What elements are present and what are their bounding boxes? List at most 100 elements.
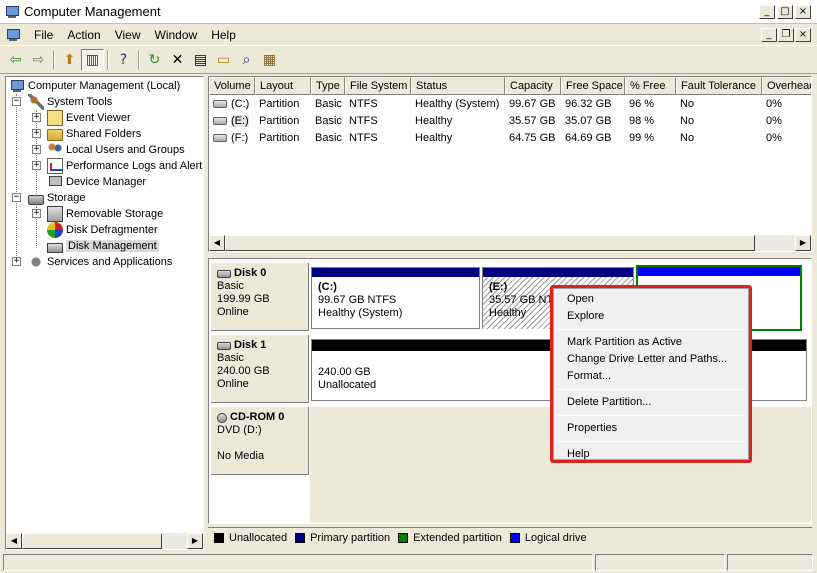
close-button[interactable]: ×	[795, 4, 811, 19]
percent-free-cell: 99 %	[629, 131, 655, 144]
column-header-overhead[interactable]: Overhead	[762, 77, 811, 95]
mdi-minimize-button[interactable]: _	[761, 28, 777, 42]
expand-toggle-removable-storage[interactable]: +	[32, 209, 41, 218]
column-header-capacity[interactable]: Capacity	[505, 77, 561, 95]
tree-item-system-tools[interactable]: System Tools	[28, 94, 112, 110]
tree-item-services-applications[interactable]: Services and Applications	[28, 254, 172, 270]
tree-item-disk-defragmenter[interactable]: Disk Defragmenter	[47, 222, 158, 238]
collapse-toggle-system-tools[interactable]: −	[12, 97, 21, 106]
overhead-cell: 0%	[766, 131, 782, 144]
disk-0-name: Disk 0	[217, 267, 302, 280]
column-header-free-space[interactable]: Free Space	[561, 77, 625, 95]
volume-row-f[interactable]: (F:) Partition Basic NTFS Healthy 64.75 …	[209, 129, 811, 146]
up-one-level-button[interactable]: ⬆	[58, 49, 81, 71]
cdrom-0-label[interactable]: CD-ROM 0 DVD (D:) No Media	[211, 407, 309, 475]
up-folder-icon: ⬆	[63, 52, 76, 68]
collapse-toggle-storage[interactable]: −	[12, 193, 21, 202]
scrollbar-thumb[interactable]	[22, 533, 162, 549]
status-segment	[595, 553, 725, 571]
tree-label: Storage	[47, 192, 86, 204]
delete-button[interactable]: ✕	[166, 49, 189, 71]
scroll-right-arrow[interactable]: ▶	[795, 235, 811, 251]
expand-toggle-services[interactable]: +	[12, 257, 21, 266]
tree-item-performance-logs[interactable]: Performance Logs and Alerts	[47, 158, 203, 174]
tree-item-disk-management[interactable]: Disk Management	[47, 238, 159, 254]
context-menu-help[interactable]: Help	[554, 446, 748, 463]
volume-list-horizontal-scrollbar[interactable]: ◀ ▶	[209, 235, 811, 251]
export-button[interactable]: ▦	[258, 49, 281, 71]
console-tree: Computer Management (Local) − System Too…	[5, 76, 204, 550]
volume-cell: (E:)	[209, 114, 255, 127]
tree-item-shared-folders[interactable]: Shared Folders	[47, 126, 141, 142]
tree-horizontal-scrollbar[interactable]: ◀ ▶	[6, 533, 203, 549]
context-menu-open[interactable]: Open	[554, 291, 748, 308]
disk-1-label[interactable]: Disk 1 Basic 240.00 GB Online	[211, 335, 309, 403]
column-header-fault-tolerance[interactable]: Fault Tolerance	[676, 77, 762, 95]
properties-button[interactable]: ▤	[189, 49, 212, 71]
column-header-type[interactable]: Type	[311, 77, 345, 95]
open-button[interactable]: ▭	[212, 49, 235, 71]
partition-c[interactable]: (C:) 99.67 GB NTFS Healthy (System)	[311, 267, 480, 329]
legend-swatch-logical	[509, 532, 520, 543]
expand-toggle-perf-logs[interactable]: +	[32, 161, 41, 170]
column-header-status[interactable]: Status	[411, 77, 505, 95]
menu-help[interactable]: Help	[204, 28, 243, 42]
file-system-cell: NTFS	[349, 114, 378, 127]
scroll-right-arrow[interactable]: ▶	[187, 533, 203, 549]
column-header-percent-free[interactable]: % Free	[625, 77, 676, 95]
forward-button[interactable]: ⇨	[27, 49, 50, 71]
tree-item-root[interactable]: Computer Management (Local)	[9, 78, 180, 94]
scroll-left-arrow[interactable]: ◀	[6, 533, 22, 549]
tree-item-storage[interactable]: Storage	[28, 190, 86, 206]
menu-window[interactable]: Window	[148, 28, 205, 42]
tree-item-removable-storage[interactable]: Removable Storage	[47, 206, 163, 222]
context-menu-format[interactable]: Format...	[554, 368, 748, 385]
status-cell: Healthy (System)	[415, 97, 500, 110]
column-header-file-system[interactable]: File System	[345, 77, 411, 95]
tree-item-local-users-groups[interactable]: Local Users and Groups	[47, 142, 185, 158]
context-menu-explore[interactable]: Explore	[554, 308, 748, 325]
minimize-button[interactable]: _	[759, 4, 775, 19]
scrollbar-thumb[interactable]	[225, 235, 755, 251]
back-button[interactable]: ⇦	[4, 49, 27, 71]
mdi-restore-button[interactable]: ❐	[778, 28, 794, 42]
disk-0-label[interactable]: Disk 0 Basic 199.99 GB Online	[211, 263, 309, 331]
context-menu-delete-partition[interactable]: Delete Partition...	[554, 394, 748, 411]
help-button[interactable]: ?	[112, 49, 135, 71]
partition-c-status: Healthy (System)	[318, 307, 403, 319]
legend-logical-drive: Logical drive	[509, 532, 587, 544]
hard-disk-icon	[217, 341, 231, 350]
show-hide-tree-button[interactable]: ▥	[81, 49, 104, 71]
tree-item-event-viewer[interactable]: Event Viewer	[47, 110, 131, 126]
tree-item-device-manager[interactable]: Device Manager	[47, 174, 146, 190]
menu-file[interactable]: File	[27, 28, 60, 42]
context-menu-change-drive-letter[interactable]: Change Drive Letter and Paths...	[554, 351, 748, 368]
scrollbar-track[interactable]	[225, 235, 795, 251]
volume-list: Volume Layout Type File System Status Ca…	[208, 76, 812, 252]
column-header-volume[interactable]: Volume	[209, 77, 255, 95]
expand-toggle-local-users[interactable]: +	[32, 145, 41, 154]
refresh-button[interactable]: ↻	[143, 49, 166, 71]
legend-label: Unallocated	[229, 531, 288, 544]
mdi-close-button[interactable]: ×	[795, 28, 811, 42]
device-manager-icon	[47, 174, 63, 190]
maximize-button[interactable]: □	[777, 4, 793, 19]
disk-legend: Unallocated Primary partition Extended p…	[208, 527, 812, 547]
status-segment	[727, 553, 813, 571]
toolbar-separator	[107, 50, 109, 70]
volume-row-c[interactable]: (C:) Partition Basic NTFS Healthy (Syste…	[209, 95, 811, 112]
storage-icon	[28, 194, 44, 205]
volume-row-e[interactable]: (E:) Partition Basic NTFS Healthy 35.57 …	[209, 112, 811, 129]
expand-toggle-event-viewer[interactable]: +	[32, 113, 41, 122]
menu-action[interactable]: Action	[60, 28, 107, 42]
column-header-layout[interactable]: Layout	[255, 77, 311, 95]
context-menu-properties[interactable]: Properties	[554, 420, 748, 437]
search-button[interactable]: ⌕	[235, 49, 258, 71]
expand-toggle-shared-folders[interactable]: +	[32, 129, 41, 138]
scroll-left-arrow[interactable]: ◀	[209, 235, 225, 251]
menu-view[interactable]: View	[108, 28, 148, 42]
scrollbar-track[interactable]	[22, 533, 187, 549]
context-menu-mark-active[interactable]: Mark Partition as Active	[554, 334, 748, 351]
mdi-system-menu-icon[interactable]	[5, 27, 21, 43]
